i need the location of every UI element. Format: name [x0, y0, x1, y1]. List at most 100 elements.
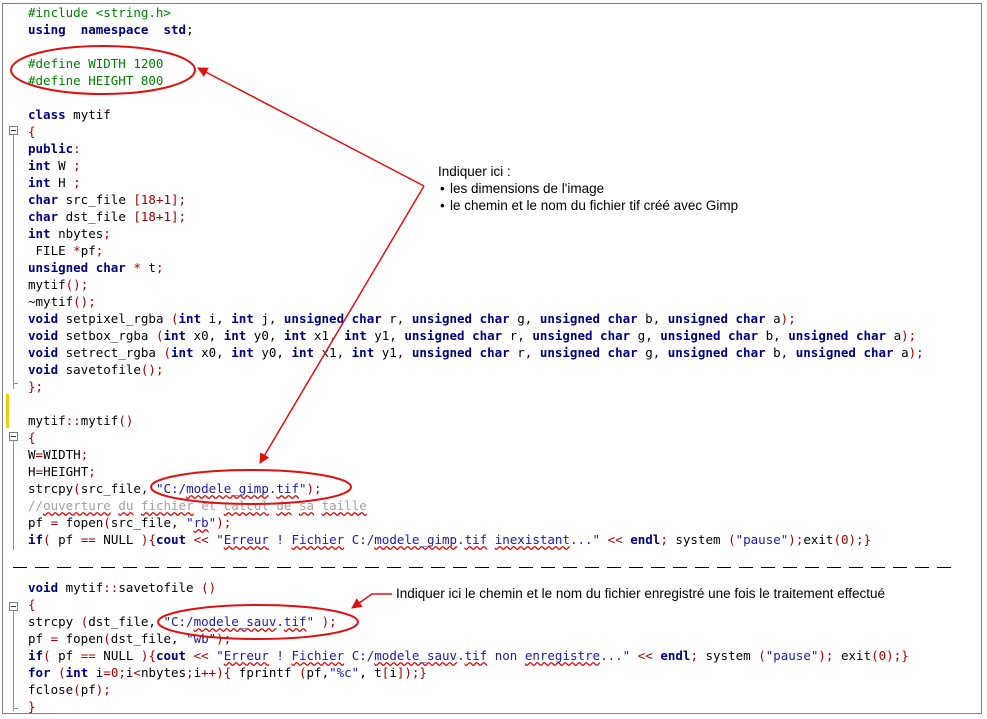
fold-toggle-icon[interactable] — [9, 126, 18, 135]
code-token: tif — [283, 614, 307, 629]
code-token: " — [216, 648, 224, 663]
code-token: savetofile — [118, 580, 202, 595]
code-token: using — [28, 22, 66, 37]
code-line: #define WIDTH 1200 — [28, 55, 163, 72]
code-token: 1 — [163, 192, 172, 207]
code-token: }; — [28, 379, 44, 394]
code-token: // — [28, 498, 44, 513]
code-token: x1, — [314, 345, 352, 360]
code-token: << — [637, 648, 653, 663]
code-token: exit — [833, 648, 872, 663]
code-token: int — [178, 311, 202, 326]
code-line: class mytif — [28, 106, 111, 123]
code-token: r, — [509, 345, 540, 360]
code-token: ( — [73, 682, 81, 697]
code-token: a — [886, 328, 902, 343]
code-token: ]; — [171, 192, 187, 207]
annotation-heading: Indiquer ici : — [438, 164, 511, 179]
code-token: taille — [321, 498, 367, 513]
code-token: . — [457, 532, 465, 547]
code-line: FILE *pf; — [28, 242, 104, 259]
code-token: ( — [299, 665, 307, 680]
code-line: ~mytif(); — [28, 293, 96, 310]
code-line: int nbytes; — [28, 225, 111, 242]
code-token: "C:/ — [155, 481, 187, 496]
code-token: strcpy — [28, 481, 74, 496]
code-token: NULL — [95, 648, 141, 663]
code-editor[interactable]: #include <string.h> using namespace std; #… — [2, 3, 982, 714]
code-token: ; — [95, 243, 104, 258]
code-token: src_file, — [110, 515, 187, 530]
code-token: unsigned char — [795, 345, 894, 360]
code-token: unsigned char — [411, 345, 510, 360]
code-token: system — [667, 532, 729, 547]
code-token: 18 — [140, 209, 156, 224]
code-token: setpixel_rgba — [58, 311, 171, 326]
code-line: } — [28, 698, 36, 714]
code-token: ( — [103, 631, 111, 646]
code-token: ); — [306, 481, 322, 496]
code-token: for — [28, 665, 51, 680]
code-token: ++){ — [201, 665, 232, 680]
fold-gutter-line — [13, 605, 14, 711]
code-token: );} — [848, 532, 872, 547]
code-token: sa — [299, 498, 315, 513]
code-token: (); — [65, 277, 89, 292]
code-token: int — [163, 328, 187, 343]
code-token: ( — [43, 532, 51, 547]
code-token: );} — [886, 648, 909, 663]
code-token: H — [50, 175, 74, 190]
code-token: ); — [780, 311, 796, 326]
code-token: { — [28, 124, 36, 139]
code-line: pf = fopen(dst_file, "wb"); — [28, 630, 231, 647]
code-token: ); — [901, 328, 917, 343]
code-line: unsigned char * t; — [28, 259, 164, 276]
code-line: for (int i=0;i<nbytes;i++){ fprintf (pf,… — [28, 664, 427, 681]
code-token: unsigned char — [788, 328, 887, 343]
code-token: = — [35, 447, 44, 462]
code-token: ( — [43, 648, 51, 663]
code-token: dst_file, — [110, 631, 187, 646]
code-token: y1, — [374, 345, 412, 360]
code-line: void mytif::savetofile () — [28, 579, 216, 596]
code-token: "pause" — [765, 648, 819, 663]
code-token: ); — [321, 614, 337, 629]
code-line: strcpy (dst_file, "C:/modele_sauv.tif" )… — [28, 613, 337, 630]
code-token: char — [28, 209, 59, 224]
code-token: WIDTH — [43, 447, 81, 462]
code-token: public — [28, 141, 74, 156]
code-token: ! — [268, 532, 292, 547]
code-line: #include <string.h> — [28, 4, 171, 21]
code-token: ]);} — [396, 665, 427, 680]
code-token: endl — [630, 532, 661, 547]
code-line: void savetofile(); — [28, 361, 163, 378]
code-token: et — [193, 498, 224, 513]
code-token: } — [28, 699, 36, 714]
code-token: (); — [140, 362, 164, 377]
fold-toggle-icon[interactable] — [9, 432, 18, 441]
code-token: dst_file, — [88, 614, 164, 629]
code-token: r, — [381, 311, 412, 326]
code-token: savetofile — [58, 362, 141, 377]
code-token: tif — [464, 532, 488, 547]
change-marker — [6, 394, 9, 428]
code-token: ouverture — [43, 498, 111, 513]
code-token: if — [28, 648, 44, 663]
code-token: () — [118, 413, 134, 428]
code-token: #define WIDTH 1200 — [28, 56, 164, 71]
code-token: fclose — [28, 682, 74, 697]
annotation-note-save-path: Indiquer ici le chemin et le nom du fich… — [396, 586, 886, 601]
code-token: ( — [728, 532, 736, 547]
code-token: [ — [133, 192, 141, 207]
code-token: ..." — [600, 648, 631, 663]
fold-toggle-icon[interactable] — [9, 602, 18, 611]
code-line: using namespace std; — [28, 21, 194, 38]
code-token: y0, — [246, 328, 284, 343]
code-token: inexistant — [494, 532, 570, 547]
code-token: " — [306, 614, 315, 629]
code-token: x0, — [186, 328, 224, 343]
